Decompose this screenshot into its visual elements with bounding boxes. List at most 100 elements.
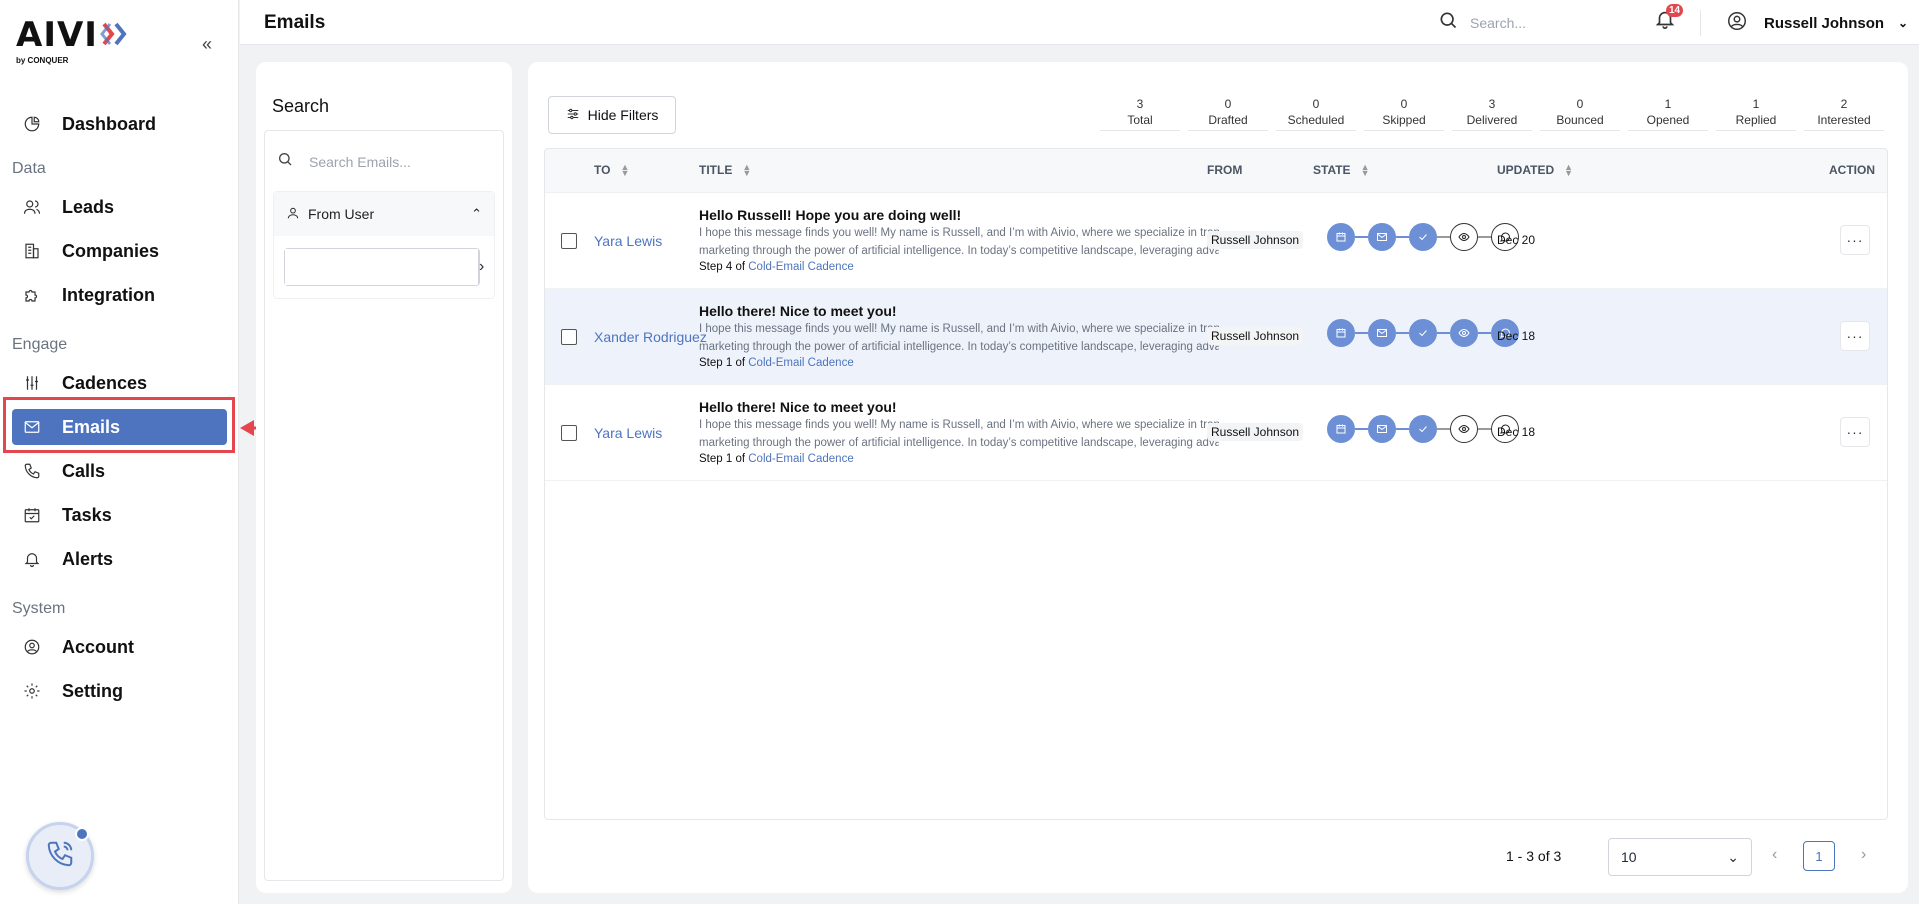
email-search <box>277 151 489 172</box>
sidebar-item-label: Companies <box>62 240 160 261</box>
table-row[interactable]: Yara Lewis Hello Russell! Hope you are d… <box>545 193 1887 289</box>
phone-icon <box>45 839 75 874</box>
sidebar-item-label: Calls <box>62 460 106 481</box>
email-subject: Hello there! Nice to meet you! <box>699 303 897 319</box>
email-state-track <box>1327 223 1519 251</box>
row-checkbox[interactable] <box>561 329 577 345</box>
sidebar-item-leads[interactable]: Leads <box>12 189 227 225</box>
row-checkbox[interactable] <box>561 233 577 249</box>
row-actions-button[interactable]: ··· <box>1840 417 1870 447</box>
cadence-link[interactable]: Cold-Email Cadence <box>748 357 853 369</box>
table-row[interactable]: Yara Lewis Hello there! Nice to meet you… <box>545 385 1887 481</box>
stat-count: 3 <box>1136 97 1144 111</box>
sidebar-item-calls[interactable]: Calls <box>12 453 227 489</box>
row-actions-button[interactable]: ··· <box>1840 225 1870 255</box>
sidebar-item-account[interactable]: Account <box>12 629 227 665</box>
calendar-check-icon <box>22 505 42 525</box>
sidebar-item-integration[interactable]: Integration <box>12 277 227 313</box>
recipient-link[interactable]: Xander Rodriguez <box>594 329 707 345</box>
stat-interested[interactable]: 2 Interested <box>1804 96 1884 131</box>
sidebar-item-setting[interactable]: Setting <box>12 673 227 709</box>
row-actions-button[interactable]: ··· <box>1840 321 1870 351</box>
email-title-cell[interactable]: Hello there! Nice to meet you! I hope th… <box>699 303 1219 369</box>
previous-page-button[interactable]: ‹ <box>1772 846 1777 864</box>
call-dialer-button[interactable] <box>26 822 94 890</box>
sidebar-item-tasks[interactable]: Tasks <box>12 497 227 533</box>
stat-count: 0 <box>1400 97 1408 111</box>
user-name: Russell Johnson <box>1764 14 1885 32</box>
hide-filters-button[interactable]: Hide Filters <box>548 96 676 134</box>
section-label-engage: Engage <box>12 336 68 353</box>
chevron-down-icon: ⌄ <box>1727 848 1739 865</box>
email-state-track <box>1327 415 1519 443</box>
sidebar-item-companies[interactable]: Companies <box>12 233 227 269</box>
search-icon[interactable] <box>1438 10 1458 35</box>
mail-icon <box>1368 223 1396 251</box>
aivi-logo[interactable]: AIVI by CONQUER <box>16 18 130 65</box>
email-subject: Hello Russell! Hope you are doing well! <box>699 207 962 223</box>
user-icon <box>286 206 308 223</box>
from-user-submit-button[interactable]: › <box>478 249 484 285</box>
logo-subtitle: by CONQUER <box>16 55 69 65</box>
sidebar-item-label: Dashboard <box>62 113 157 134</box>
cadence-step: Step 1 of Cold-Email Cadence <box>699 453 1219 465</box>
sidebar-item-label: Cadences <box>62 372 148 393</box>
section-label-data: Data <box>12 160 46 177</box>
collapse-sidebar-button[interactable]: « <box>202 34 212 55</box>
sidebar-item-dashboard[interactable]: Dashboard <box>12 106 227 142</box>
email-preview-line: I hope this message finds you well! My n… <box>699 419 1219 431</box>
stat-count: 0 <box>1576 97 1584 111</box>
search-emails-input[interactable] <box>309 153 489 170</box>
column-header-action: ACTION <box>1829 163 1875 177</box>
calendar-icon <box>1327 223 1355 251</box>
column-header-from: FROM <box>1207 163 1242 177</box>
cadence-link[interactable]: Cold-Email Cadence <box>748 453 853 465</box>
global-search-input[interactable] <box>1470 14 1620 31</box>
cadence-link[interactable]: Cold-Email Cadence <box>748 261 853 273</box>
stat-delivered[interactable]: 3 Delivered <box>1452 96 1532 131</box>
stat-label: Interested <box>1817 113 1871 127</box>
column-label: TITLE <box>699 163 733 177</box>
email-preview-line: marketing through the power of artificia… <box>699 341 1219 353</box>
column-header-updated[interactable]: UPDATED ▲ ▼ <box>1497 163 1573 178</box>
sidebar-item-cadences[interactable]: Cadences <box>12 365 227 401</box>
from-user-header[interactable]: From User ⌃ <box>274 192 494 236</box>
table-row[interactable]: Xander Rodriguez Hello there! Nice to me… <box>545 289 1887 385</box>
column-header-state[interactable]: STATE ▲ ▼ <box>1313 162 1370 178</box>
stat-count: 3 <box>1488 97 1496 111</box>
stat-skipped[interactable]: 0 Skipped <box>1364 96 1444 131</box>
email-title-cell[interactable]: Hello there! Nice to meet you! I hope th… <box>699 399 1219 465</box>
emails-highlight-annotation <box>3 397 235 453</box>
next-page-button[interactable]: › <box>1861 846 1866 864</box>
search-icon <box>277 151 293 172</box>
stat-count: 1 <box>1752 97 1760 111</box>
cadence-step: Step 4 of Cold-Email Cadence <box>699 261 1219 273</box>
filter-sliders-icon <box>566 107 588 124</box>
page-size-value: 10 <box>1621 849 1637 865</box>
emails-card: Hide Filters 3 Total 0 Drafted 0 Scheduled … <box>528 62 1908 893</box>
stat-drafted[interactable]: 0 Drafted <box>1188 96 1268 131</box>
page-size-select[interactable]: 10 ⌄ <box>1608 838 1752 876</box>
from-user-input[interactable] <box>285 249 478 285</box>
sort-icon: ▲ ▼ <box>1360 162 1370 178</box>
user-menu[interactable]: Russell Johnson ⌄ <box>1726 10 1908 36</box>
row-checkbox[interactable] <box>561 425 577 441</box>
recipient-link[interactable]: Yara Lewis <box>594 425 662 441</box>
stat-scheduled[interactable]: 0 Scheduled <box>1276 96 1356 131</box>
step-text: Step 4 of <box>699 261 746 273</box>
column-header-to[interactable]: TO ▲ ▼ <box>594 163 629 178</box>
column-label: ACTION <box>1829 163 1875 177</box>
chevron-right-icon: › <box>479 258 485 275</box>
stat-replied[interactable]: 1 Replied <box>1716 96 1796 131</box>
stat-opened[interactable]: 1 Opened <box>1628 96 1708 131</box>
stat-bounced[interactable]: 0 Bounced <box>1540 96 1620 131</box>
chevron-down-icon: ⌄ <box>1898 16 1909 30</box>
recipient-link[interactable]: Yara Lewis <box>594 233 662 249</box>
notifications-button[interactable]: 14 <box>1654 4 1684 32</box>
page-number-button[interactable]: 1 <box>1803 841 1835 871</box>
sidebar-item-alerts[interactable]: Alerts <box>12 541 227 577</box>
email-title-cell[interactable]: Hello Russell! Hope you are doing well! … <box>699 207 1219 273</box>
from-user-filter: From User ⌃ › <box>273 191 495 299</box>
stat-total[interactable]: 3 Total <box>1100 96 1180 131</box>
column-header-title[interactable]: TITLE ▲ ▼ <box>699 163 751 178</box>
